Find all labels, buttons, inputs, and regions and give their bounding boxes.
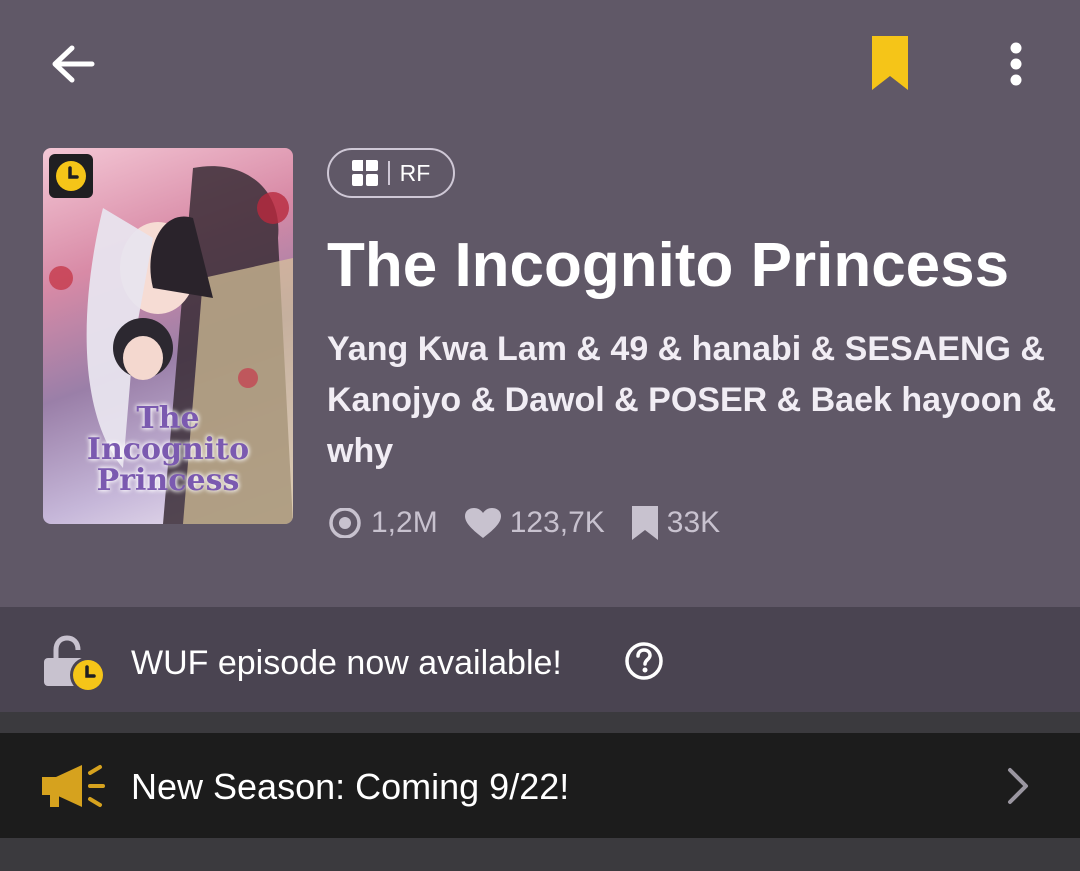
views-stat: 1,2M: [327, 506, 438, 540]
arrow-left-icon: [52, 45, 95, 83]
back-button[interactable]: [40, 34, 106, 94]
series-stats: 1,2M 123,7K 33K: [327, 500, 746, 546]
help-circle-icon[interactable]: [624, 641, 664, 681]
bookmarks-count: 33K: [666, 506, 721, 539]
likes-stat: 123,7K: [464, 506, 605, 540]
series-title: The Incognito Princess: [327, 231, 1010, 300]
likes-count: 123,7K: [509, 506, 605, 539]
megaphone-icon: [42, 765, 105, 807]
more-vertical-icon: [1010, 42, 1022, 86]
series-authors: Yang Kwa Lam & 49 & hanabi & SESAENG & K…: [327, 330, 1057, 470]
heart-icon: [464, 508, 501, 538]
eye-icon: [329, 508, 361, 538]
unlock-clock-icon: [44, 635, 106, 693]
genre-separator: [387, 161, 390, 185]
bookmarks-stat: 33K: [631, 505, 720, 541]
bookmark-button[interactable]: [858, 30, 922, 96]
chevron-right-icon: [1008, 768, 1028, 804]
section-divider: [0, 712, 1080, 733]
bottom-divider: [0, 838, 1080, 871]
cover-title-art: The Incognito Princess: [86, 401, 250, 498]
wuf-notice-bar[interactable]: WUF episode now available!: [0, 607, 1080, 712]
series-header: The Incognito Princess RF The Incognito …: [0, 0, 1080, 607]
series-cover: The Incognito Princess: [43, 148, 293, 524]
views-count: 1,2M: [371, 506, 438, 539]
announcement-bar[interactable]: New Season: Coming 9/22!: [0, 733, 1080, 838]
bookmark-icon: [872, 36, 908, 90]
wuf-notice-text: WUF episode now available!: [131, 644, 562, 682]
clock-icon: [56, 161, 86, 191]
layout-grid-icon: [351, 160, 378, 186]
genre-tag[interactable]: RF: [327, 148, 455, 198]
cover-wait-badge: [49, 154, 93, 198]
announcement-text: New Season: Coming 9/22!: [131, 766, 570, 807]
bookmark-outline-icon: [631, 506, 658, 540]
more-options-button[interactable]: [992, 34, 1040, 94]
genre-label: RF: [399, 159, 431, 186]
